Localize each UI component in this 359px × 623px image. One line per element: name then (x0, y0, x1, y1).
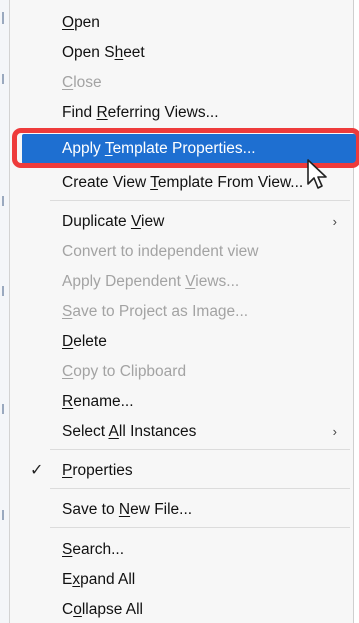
menu-item-rename[interactable]: Rename... (10, 387, 353, 417)
menu-item-label: Create View Template From View... (62, 174, 304, 191)
menu-item-label: Properties (62, 462, 133, 479)
menu-item-apply-dependent-views: Apply Dependent Views... (10, 267, 353, 297)
menu-item-save-to-new-file[interactable]: Save to New File... (10, 495, 353, 525)
menu-item-properties[interactable]: ✓ Properties (10, 456, 353, 486)
menu-item-label: Apply Dependent Views... (62, 273, 240, 290)
menu-separator (50, 449, 350, 450)
menu-item-copy-to-clipboard: Copy to Clipboard (10, 357, 353, 387)
mouse-pointer-icon (307, 159, 327, 189)
menu-item-label: Collapse All (62, 601, 144, 618)
menu-item-label: Copy to Clipboard (62, 363, 187, 380)
menu-item-search[interactable]: Search... (10, 535, 353, 565)
menu-item-find-referring-views[interactable]: Find Referring Views... (10, 98, 353, 128)
menu-item-label: Duplicate View (62, 213, 165, 230)
menu-item-label: Find Referring Views... (62, 104, 219, 121)
menu-item-open-sheet[interactable]: Open Sheet (10, 38, 353, 68)
submenu-arrow-icon: › (332, 214, 337, 229)
menu-item-label: Rename... (62, 393, 134, 410)
menu-item-label: Open Sheet (62, 44, 145, 61)
menu-item-label: Close (62, 74, 102, 91)
menu-item-collapse-all[interactable]: Collapse All (10, 595, 353, 623)
menu-item-label: Save to New File... (62, 501, 193, 518)
menu-item-open[interactable]: Open (10, 8, 353, 38)
menu-item-label: Select All Instances (62, 423, 197, 440)
menu-separator (50, 527, 350, 528)
checkmark-icon: ✓ (30, 462, 44, 479)
context-menu: Open Open Sheet Close Find Referring Vie… (9, 0, 359, 623)
background-tree-strip (0, 0, 9, 623)
menu-item-label: Expand All (62, 571, 136, 588)
menu-item-save-to-project-as-image: Save to Project as Image... (10, 297, 353, 327)
menu-separator (50, 488, 350, 489)
menu-item-label: Delete (62, 333, 107, 350)
menu-item-label: Search... (62, 541, 125, 558)
menu-item-convert-to-independent-view: Convert to independent view (10, 237, 353, 267)
menu-item-close: Close (10, 68, 353, 98)
submenu-arrow-icon: › (332, 424, 337, 439)
screenshot-stage: Open Open Sheet Close Find Referring Vie… (0, 0, 359, 623)
menu-item-create-view-template[interactable]: Create View Template From View... (10, 168, 353, 198)
menu-item-duplicate-view[interactable]: Duplicate View › (10, 207, 353, 237)
menu-item-label: Convert to independent view (62, 243, 259, 260)
menu-item-delete[interactable]: Delete (10, 327, 353, 357)
menu-item-label: Save to Project as Image... (62, 303, 249, 320)
menu-item-select-all-instances[interactable]: Select All Instances › (10, 417, 353, 447)
menu-item-label: Open (62, 14, 100, 31)
menu-separator (50, 200, 350, 201)
menu-item-expand-all[interactable]: Expand All (10, 565, 353, 595)
